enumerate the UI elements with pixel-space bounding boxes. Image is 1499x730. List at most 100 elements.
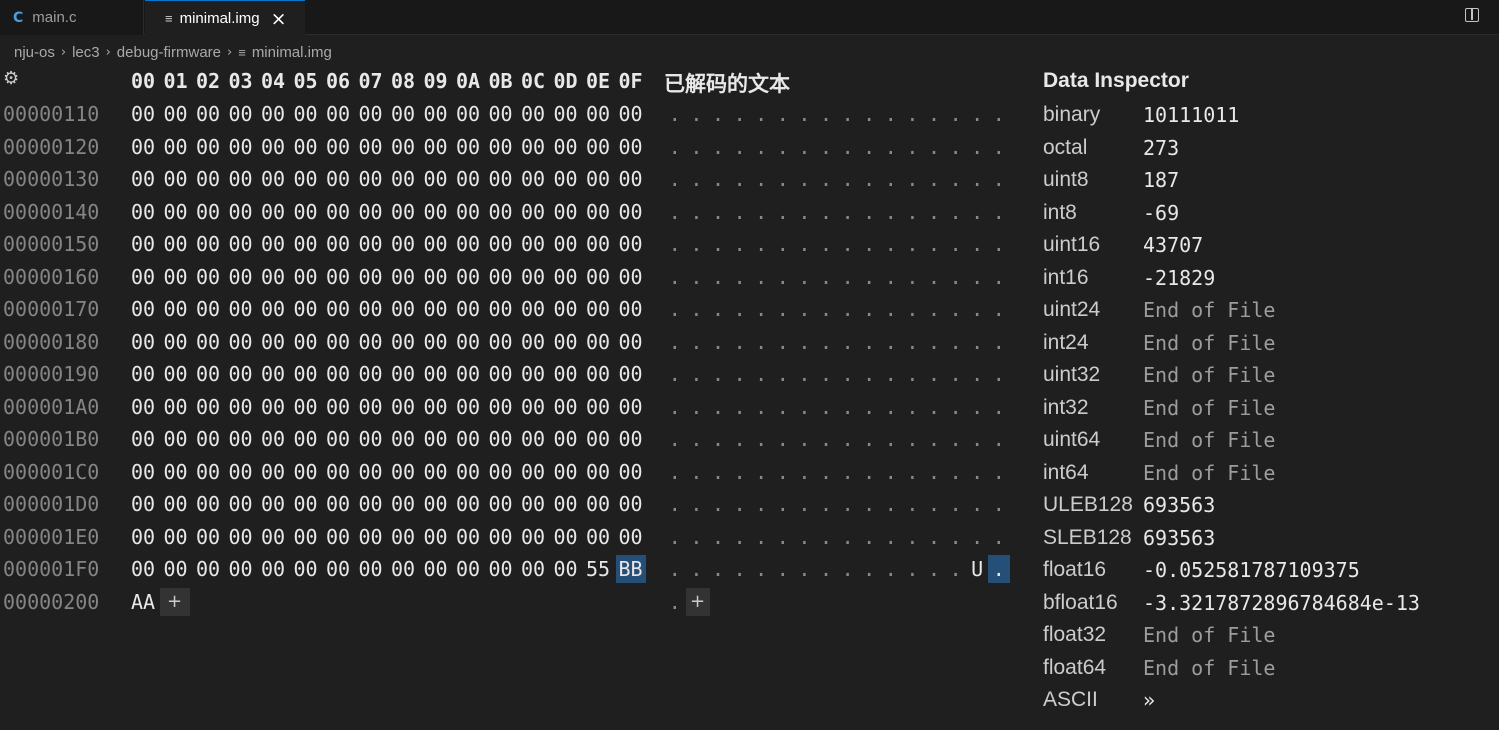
decoded-char[interactable]: . (707, 230, 729, 258)
hex-byte[interactable]: 00 (226, 263, 256, 291)
hex-byte[interactable]: 00 (226, 523, 256, 551)
decoded-char[interactable]: . (707, 360, 729, 388)
decoded-char[interactable]: . (729, 555, 751, 583)
hex-byte[interactable]: 00 (616, 100, 646, 128)
decoded-char[interactable]: . (945, 263, 967, 291)
hex-byte[interactable]: 00 (193, 490, 223, 518)
decoded-char[interactable]: . (902, 100, 924, 128)
decoded-char[interactable]: . (837, 490, 859, 518)
decoded-char[interactable]: . (902, 328, 924, 356)
decoded-char[interactable]: . (686, 230, 708, 258)
add-byte-button[interactable]: + (159, 587, 190, 616)
hex-byte[interactable]: 00 (388, 295, 418, 323)
decoded-char[interactable]: . (966, 263, 988, 291)
hex-byte[interactable]: 00 (518, 393, 548, 421)
decoded-char[interactable]: . (966, 100, 988, 128)
hex-byte[interactable]: 00 (518, 360, 548, 388)
hex-byte[interactable]: 00 (551, 263, 581, 291)
hex-byte[interactable]: 00 (226, 328, 256, 356)
hex-byte[interactable]: 00 (258, 393, 288, 421)
hex-byte[interactable]: 00 (193, 555, 223, 583)
hex-byte[interactable]: 00 (421, 263, 451, 291)
tab-main-c[interactable]: C main.c (0, 0, 144, 35)
hex-byte[interactable]: 00 (323, 165, 353, 193)
decoded-char[interactable]: . (729, 165, 751, 193)
hex-byte[interactable]: 00 (421, 523, 451, 551)
decoded-char[interactable]: . (945, 458, 967, 486)
hex-byte[interactable]: 00 (161, 360, 191, 388)
decoded-char[interactable]: . (837, 165, 859, 193)
decoded-char[interactable]: . (966, 230, 988, 258)
decoded-char[interactable]: . (772, 100, 794, 128)
hex-byte[interactable]: 00 (258, 490, 288, 518)
decoded-char[interactable]: . (880, 360, 902, 388)
hex-byte[interactable]: 00 (551, 393, 581, 421)
decoded-char[interactable]: . (794, 360, 816, 388)
hex-byte[interactable]: 00 (616, 230, 646, 258)
decoded-char[interactable]: . (772, 198, 794, 226)
hex-byte[interactable]: 00 (453, 295, 483, 323)
hex-byte[interactable]: 00 (193, 230, 223, 258)
decoded-char[interactable]: . (923, 360, 945, 388)
decoded-char[interactable]: . (945, 360, 967, 388)
decoded-char[interactable]: . (686, 295, 708, 323)
hex-byte[interactable]: 00 (356, 328, 386, 356)
hex-byte[interactable]: 00 (583, 490, 613, 518)
hex-byte[interactable]: 00 (258, 230, 288, 258)
hex-byte[interactable]: 00 (453, 165, 483, 193)
hex-byte[interactable]: 00 (388, 263, 418, 291)
hex-byte[interactable]: 00 (291, 198, 321, 226)
decoded-char[interactable]: . (707, 295, 729, 323)
hex-byte[interactable]: 00 (291, 295, 321, 323)
decoded-char[interactable]: . (902, 490, 924, 518)
hex-byte[interactable]: 00 (388, 425, 418, 453)
hex-byte[interactable]: 00 (128, 328, 158, 356)
decoded-char[interactable]: . (945, 198, 967, 226)
decoded-char[interactable]: . (707, 490, 729, 518)
hex-byte[interactable]: 00 (486, 425, 516, 453)
decoded-char[interactable]: . (902, 230, 924, 258)
decoded-char[interactable]: . (815, 360, 837, 388)
hex-byte[interactable]: 00 (453, 133, 483, 161)
hex-byte[interactable]: 00 (356, 295, 386, 323)
decoded-char[interactable]: . (966, 165, 988, 193)
decoded-char[interactable]: . (750, 198, 772, 226)
decoded-char[interactable]: . (902, 263, 924, 291)
hex-byte[interactable]: 00 (226, 360, 256, 388)
hex-byte[interactable]: 00 (421, 393, 451, 421)
decoded-char[interactable]: . (772, 393, 794, 421)
hex-byte[interactable]: 00 (323, 523, 353, 551)
decoded-char[interactable]: . (988, 360, 1010, 388)
decoded-char[interactable]: . (902, 360, 924, 388)
hex-byte[interactable]: 00 (518, 328, 548, 356)
decoded-char[interactable]: . (858, 165, 880, 193)
decoded-char[interactable]: . (772, 360, 794, 388)
decoded-char[interactable]: . (750, 523, 772, 551)
decoded-char[interactable]: . (729, 133, 751, 161)
hex-byte[interactable]: 00 (161, 555, 191, 583)
decoded-char[interactable]: . (750, 393, 772, 421)
decoded-char[interactable]: . (902, 523, 924, 551)
decoded-char[interactable]: . (966, 425, 988, 453)
decoded-char[interactable]: . (815, 230, 837, 258)
decoded-char[interactable]: . (945, 133, 967, 161)
hex-byte[interactable]: 00 (291, 458, 321, 486)
decoded-char[interactable]: . (858, 458, 880, 486)
decoded-char[interactable]: . (945, 100, 967, 128)
decoded-char[interactable]: . (794, 393, 816, 421)
decoded-char[interactable]: . (664, 588, 686, 616)
hex-byte[interactable]: 00 (161, 328, 191, 356)
hex-byte[interactable]: 00 (258, 198, 288, 226)
hex-byte[interactable]: 00 (128, 295, 158, 323)
decoded-char[interactable]: . (729, 425, 751, 453)
hex-byte[interactable]: 00 (616, 523, 646, 551)
decoded-char[interactable]: . (858, 295, 880, 323)
decoded-char[interactable]: . (923, 100, 945, 128)
decoded-char[interactable]: . (988, 490, 1010, 518)
hex-byte[interactable]: 00 (486, 393, 516, 421)
gear-icon[interactable]: ⚙ (3, 68, 19, 89)
decoded-char[interactable]: . (794, 458, 816, 486)
hex-byte[interactable]: 00 (258, 165, 288, 193)
hex-byte[interactable]: 00 (291, 393, 321, 421)
decoded-char[interactable]: . (837, 393, 859, 421)
